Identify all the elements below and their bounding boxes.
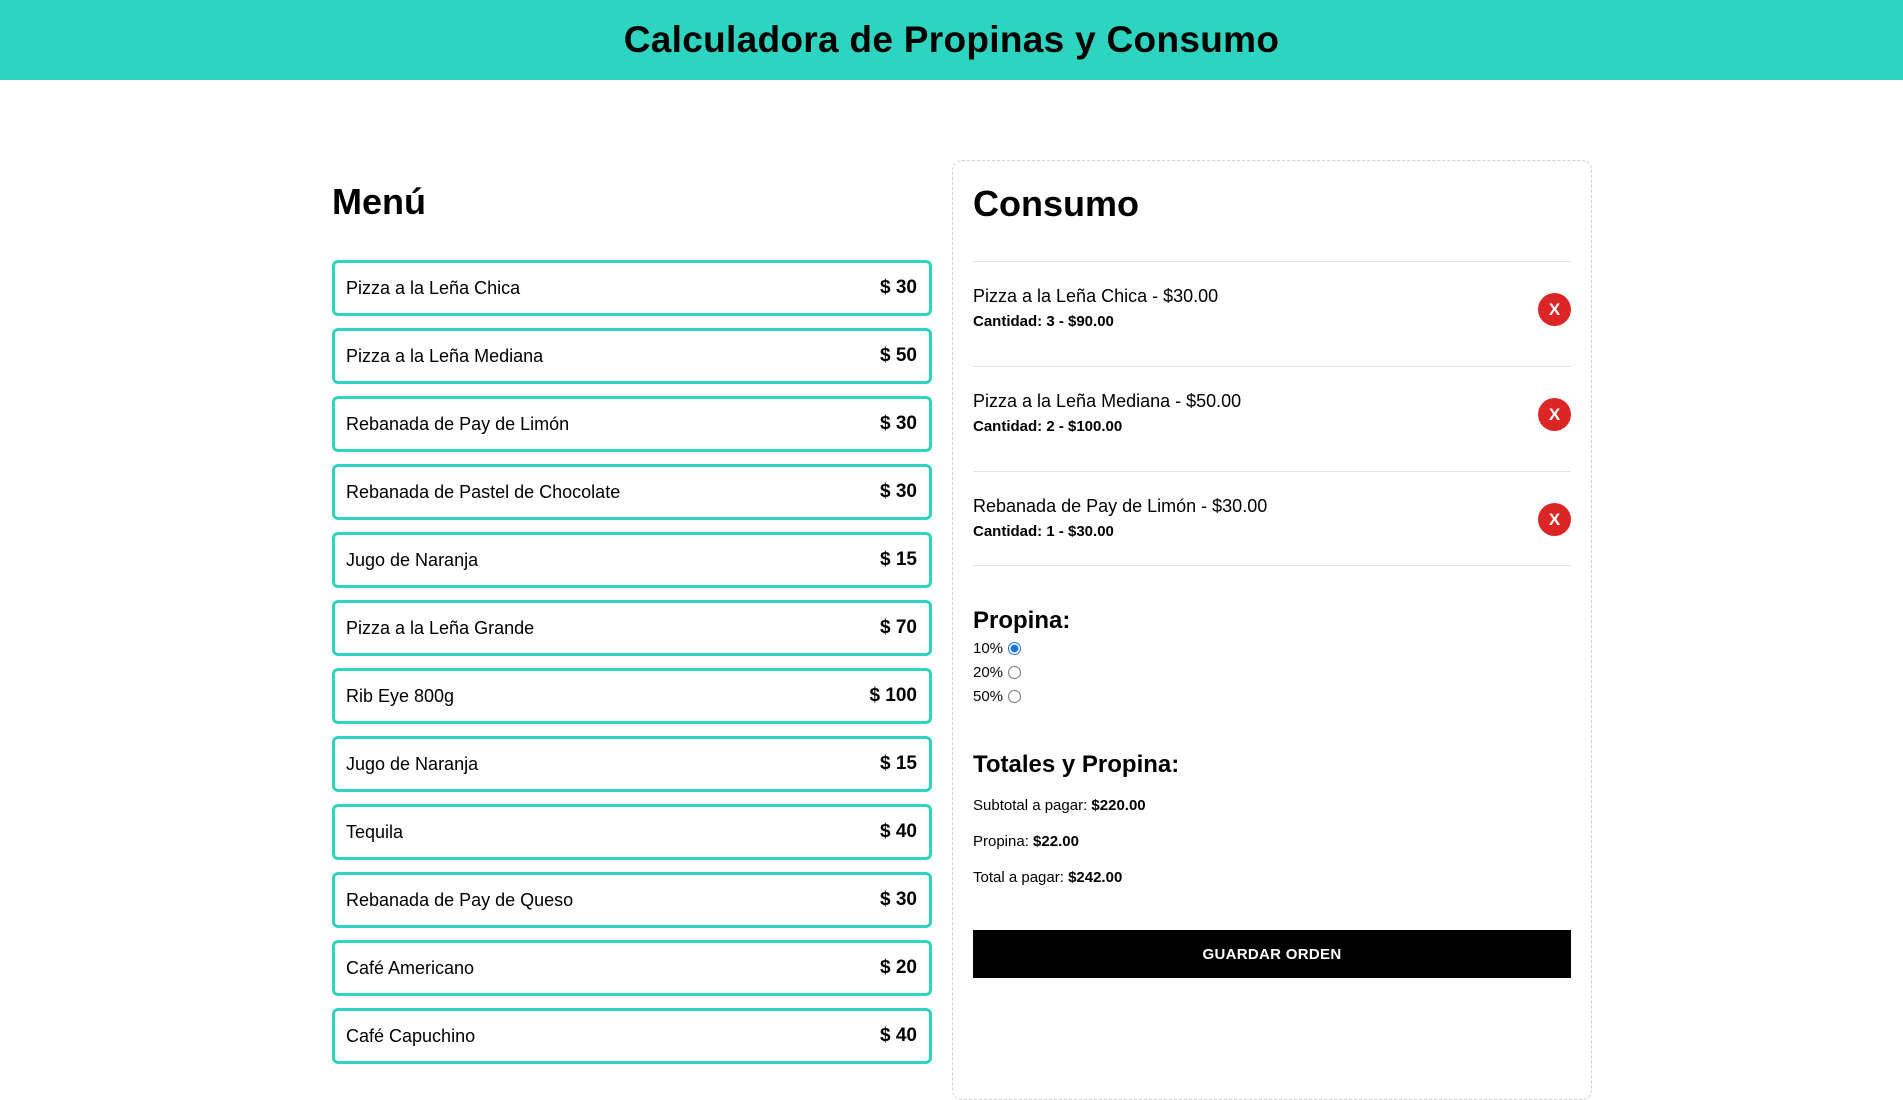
menu-item-price: $ 15	[880, 549, 917, 570]
menu-item-name: Tequila	[346, 821, 404, 842]
menu-item-name: Café Americano	[346, 957, 475, 978]
save-order-button[interactable]: GUARDAR ORDEN	[973, 930, 1571, 978]
tip-amount-label: Propina:	[973, 833, 1034, 850]
consumo-title: Consumo	[973, 183, 1139, 224]
menu-item[interactable]: Pizza a la Leña Chica $ 30	[332, 260, 932, 316]
menu-item[interactable]: Rib Eye 800g $ 100	[332, 668, 932, 724]
menu-item-price: $ 50	[880, 345, 917, 366]
menu-item[interactable]: Jugo de Naranja $ 15	[332, 736, 932, 792]
total-line: Total a pagar: $242.00	[973, 869, 1122, 886]
remove-item-button[interactable]: X	[1538, 398, 1571, 431]
order-item: Rebanada de Pay de Limón - $30.00 Cantid…	[973, 471, 1571, 576]
menu-item[interactable]: Pizza a la Leña Mediana $ 50	[332, 328, 932, 384]
order-item-quantity: Cantidad: 2 - $100.00	[973, 418, 1123, 435]
menu-item-price: $ 30	[880, 889, 917, 910]
order-item: Pizza a la Leña Mediana - $50.00 Cantida…	[973, 366, 1571, 471]
menu-title: Menú	[332, 181, 426, 222]
menu-item-name: Pizza a la Leña Grande	[346, 617, 535, 638]
menu-item-price: $ 15	[880, 753, 917, 774]
menu-item[interactable]: Pizza a la Leña Grande $ 70	[332, 600, 932, 656]
menu-item-price: $ 30	[880, 481, 917, 502]
order-item-name: Rebanada de Pay de Limón - $30.00	[973, 496, 1268, 516]
menu-item[interactable]: Rebanada de Pastel de Chocolate $ 30	[332, 464, 932, 520]
tip-radio-20[interactable]	[1008, 666, 1022, 679]
menu-item-name: Rib Eye 800g	[346, 685, 455, 706]
total-value: $242.00	[1068, 869, 1123, 886]
menu-section: Menú Pizza a la Leña Chica $ 30 Pizza a …	[332, 180, 932, 1064]
menu-item-name: Jugo de Naranja	[346, 753, 479, 774]
tip-option-20[interactable]: 20%	[973, 664, 1022, 681]
tip-option-50[interactable]: 50%	[973, 688, 1022, 705]
menu-item-price: $ 20	[880, 957, 917, 978]
consumo-panel: Consumo Pizza a la Leña Chica - $30.00 C…	[952, 160, 1592, 1100]
menu-item-name: Jugo de Naranja	[346, 549, 479, 570]
menu-item[interactable]: Rebanada de Pay de Queso $ 30	[332, 872, 932, 928]
order-item-name: Pizza a la Leña Mediana - $50.00	[973, 391, 1242, 411]
menu-item-name: Pizza a la Leña Chica	[346, 277, 521, 298]
app-header: Calculadora de Propinas y Consumo	[0, 0, 1903, 80]
menu-item-name: Rebanada de Pay de Limón	[346, 413, 570, 434]
menu-item-price: $ 100	[869, 685, 917, 706]
menu-item-price: $ 40	[880, 1025, 917, 1046]
menu-item[interactable]: Café Capuchino $ 40	[332, 1008, 932, 1064]
total-label: Total a pagar:	[973, 869, 1069, 886]
menu-item[interactable]: Tequila $ 40	[332, 804, 932, 860]
subtotal-value: $220.00	[1091, 797, 1146, 814]
tip-option-label: 10%	[973, 640, 1004, 657]
tip-title: Propina:	[973, 607, 1071, 634]
tip-radio-50[interactable]	[1008, 690, 1022, 703]
tip-option-10[interactable]: 10%	[973, 640, 1022, 657]
menu-item-price: $ 70	[880, 617, 917, 638]
menu-item-name: Café Capuchino	[346, 1025, 476, 1046]
tip-line: Propina: $22.00	[973, 833, 1079, 850]
page-title: Calculadora de Propinas y Consumo	[623, 19, 1280, 60]
subtotal-label: Subtotal a pagar:	[973, 797, 1092, 814]
order-item-name: Pizza a la Leña Chica - $30.00	[973, 286, 1219, 306]
order-divider	[973, 565, 1571, 566]
tip-option-label: 50%	[973, 688, 1004, 705]
remove-item-button[interactable]: X	[1538, 503, 1571, 536]
tip-amount-value: $22.00	[1033, 833, 1079, 850]
remove-item-button[interactable]: X	[1538, 293, 1571, 326]
menu-item-name: Rebanada de Pay de Queso	[346, 889, 574, 910]
order-item: Pizza a la Leña Chica - $30.00 Cantidad:…	[973, 261, 1571, 366]
tip-option-label: 20%	[973, 664, 1004, 681]
menu-item-name: Rebanada de Pastel de Chocolate	[346, 481, 621, 502]
menu-item-name: Pizza a la Leña Mediana	[346, 345, 544, 366]
order-item-quantity: Cantidad: 1 - $30.00	[973, 523, 1114, 540]
menu-item-price: $ 30	[880, 413, 917, 434]
order-item-quantity: Cantidad: 3 - $90.00	[973, 313, 1114, 330]
totals-title: Totales y Propina:	[973, 751, 1180, 778]
menu-item-price: $ 40	[880, 821, 917, 842]
menu-item[interactable]: Café Americano $ 20	[332, 940, 932, 996]
tip-radio-10[interactable]	[1008, 642, 1022, 655]
subtotal-line: Subtotal a pagar: $220.00	[973, 797, 1146, 814]
menu-item-price: $ 30	[880, 277, 917, 298]
menu-item[interactable]: Rebanada de Pay de Limón $ 30	[332, 396, 932, 452]
menu-item[interactable]: Jugo de Naranja $ 15	[332, 532, 932, 588]
